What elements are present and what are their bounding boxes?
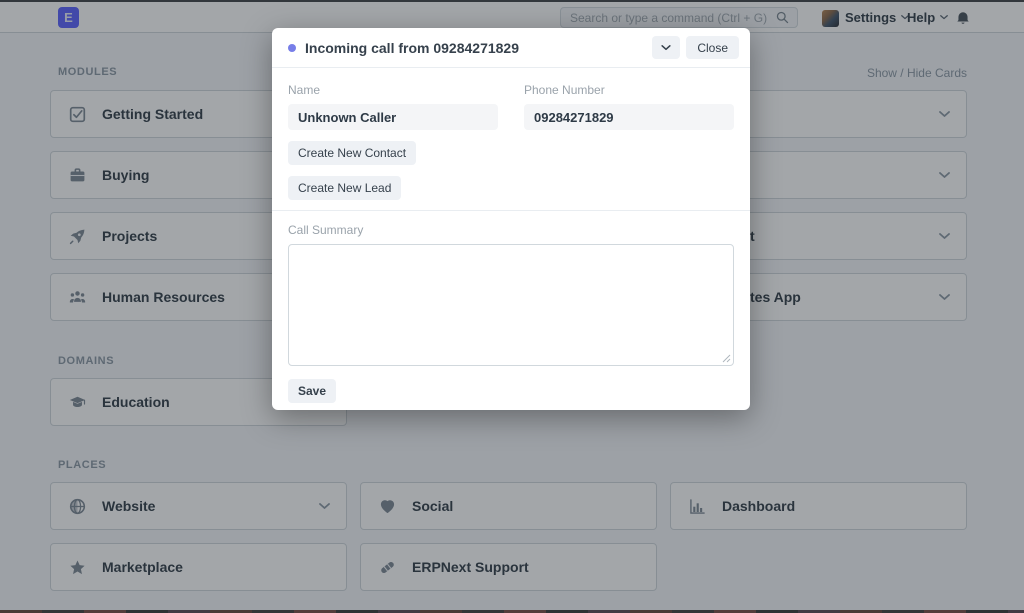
save-label: Save [298, 384, 326, 398]
name-label: Name [288, 83, 498, 97]
dialog-header: Incoming call from 09284271829 Close [272, 28, 750, 68]
create-new-lead-button[interactable]: Create New Lead [288, 176, 401, 200]
dialog-title: Incoming call from 09284271829 [305, 40, 652, 56]
incoming-call-dialog: Incoming call from 09284271829 Close Nam… [272, 28, 750, 410]
chevron-down-icon [661, 45, 671, 51]
dialog-collapse-button[interactable] [652, 36, 680, 59]
call-summary-section: Call Summary Save [272, 210, 750, 403]
phone-field-group: Phone Number [524, 83, 734, 130]
call-summary-label: Call Summary [288, 223, 734, 237]
name-field-group: Name [288, 83, 498, 130]
resize-grip-icon[interactable] [722, 354, 731, 363]
dialog-close-button[interactable]: Close [686, 36, 739, 59]
create-new-contact-button[interactable]: Create New Contact [288, 141, 416, 165]
name-field[interactable] [288, 104, 498, 130]
phone-number-field[interactable] [524, 104, 734, 130]
phone-number-label: Phone Number [524, 83, 734, 97]
caller-details-section: Name Phone Number Create New Contact Cre… [272, 68, 750, 210]
call-summary-textarea[interactable] [288, 244, 734, 366]
save-button[interactable]: Save [288, 379, 336, 403]
indicator-dot [288, 44, 296, 52]
